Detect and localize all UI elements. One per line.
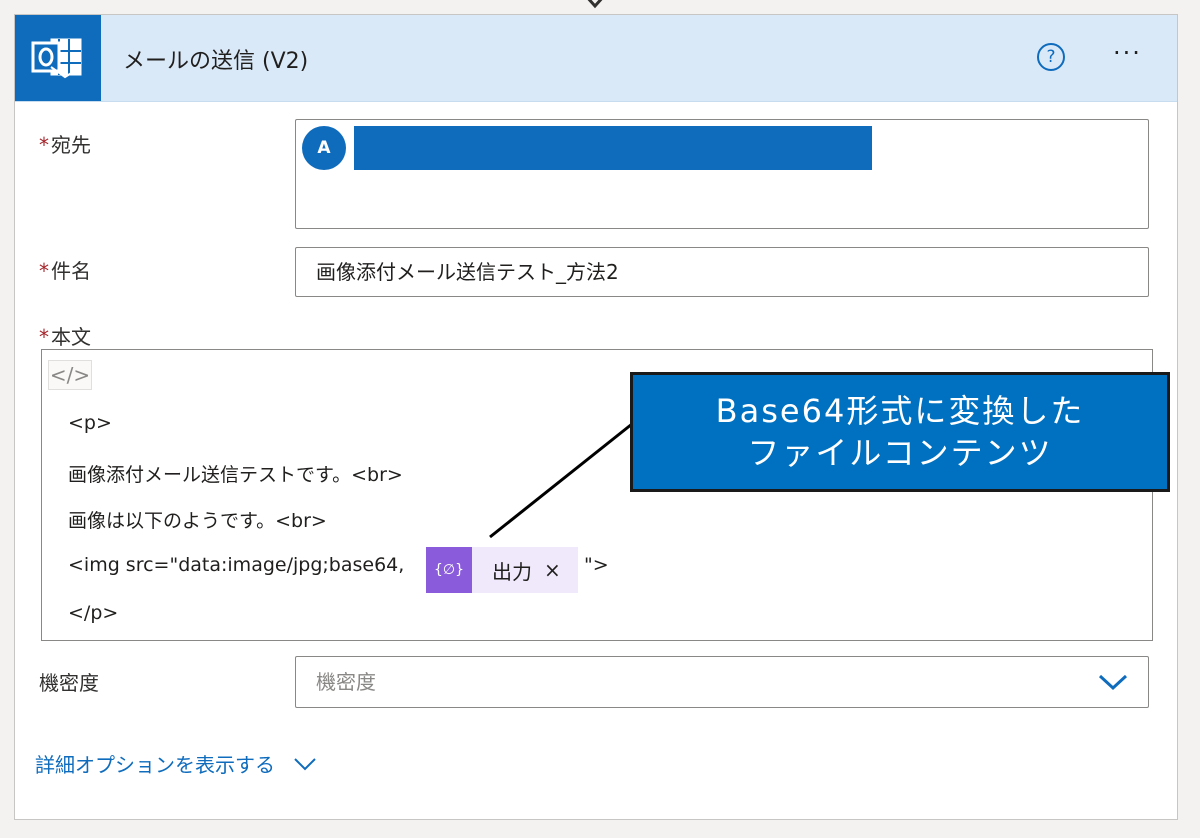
confidentiality-dropdown[interactable]: 機密度: [295, 656, 1149, 708]
subject-label-text: 件名: [51, 259, 91, 283]
connector-arrow-icon: [587, 0, 603, 9]
to-label-text: 宛先: [51, 133, 91, 157]
callout-line-1: Base64形式に変換した: [715, 392, 1085, 430]
code-view-icon[interactable]: </>: [48, 360, 92, 390]
required-mark: *: [39, 133, 49, 157]
body-label-text: 本文: [51, 325, 91, 349]
subject-label: * 件名: [39, 255, 91, 284]
body-line[interactable]: <p>: [68, 412, 112, 434]
help-icon[interactable]: ?: [1037, 43, 1065, 71]
required-mark: *: [39, 259, 49, 283]
card-header[interactable]: メールの送信 (V2) ? ···: [15, 15, 1177, 102]
callout-annotation: Base64形式に変換した ファイルコンテンツ: [630, 372, 1170, 492]
chevron-down-icon[interactable]: [1098, 671, 1128, 693]
body-line-suffix[interactable]: ">: [584, 554, 609, 576]
output-token[interactable]: {∅} 出力 ×: [426, 547, 578, 593]
advanced-options-label: 詳細オプションを表示する: [35, 753, 275, 777]
redacted-recipient: [354, 126, 872, 170]
chevron-down-icon: [294, 757, 316, 770]
to-field[interactable]: A: [295, 119, 1149, 229]
subject-input[interactable]: 画像添付メール送信テスト_方法2: [295, 247, 1149, 297]
body-label: * 本文: [39, 321, 91, 350]
token-label: 出力: [492, 559, 532, 584]
card-title: メールの送信 (V2): [123, 49, 309, 74]
required-mark: *: [39, 325, 49, 349]
body-line[interactable]: <img src="data:image/jpg;base64,: [68, 554, 404, 576]
outlook-icon: [15, 15, 101, 101]
to-label: * 宛先: [39, 129, 91, 158]
show-advanced-options-link[interactable]: 詳細オプションを表示する: [35, 749, 317, 778]
confidentiality-label: 機密度: [39, 671, 99, 695]
body-line[interactable]: 画像は以下のようです。<br>: [68, 506, 327, 533]
expression-icon: {∅}: [426, 547, 472, 593]
body-line[interactable]: </p>: [68, 602, 118, 624]
body-line[interactable]: 画像添付メール送信テストです。<br>: [68, 460, 403, 487]
recipient-avatar[interactable]: A: [302, 126, 346, 170]
callout-line-2: ファイルコンテンツ: [747, 434, 1053, 472]
confidentiality-placeholder: 機密度: [316, 670, 376, 694]
more-options-icon[interactable]: ···: [1113, 39, 1142, 67]
token-remove-icon[interactable]: ×: [544, 558, 561, 582]
